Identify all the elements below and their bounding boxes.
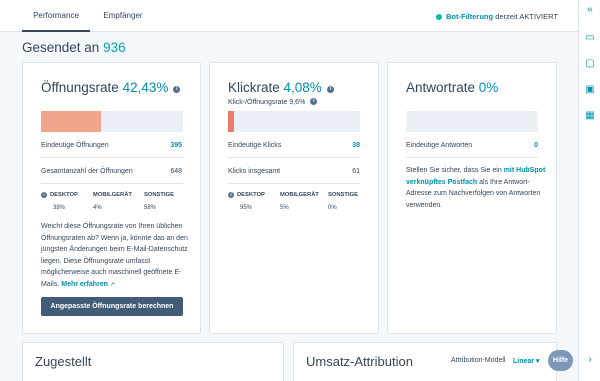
info-icon[interactable]: i <box>326 86 334 93</box>
click-to-open-text: Klick-/Öffnungsrate 9,6% <box>228 99 306 106</box>
device-mobile-label: MOBILGERÄT <box>93 192 132 198</box>
attribution-model-label: Attribution-Modell <box>451 357 506 364</box>
document-icon[interactable]: ▢ <box>584 58 596 70</box>
click-rate-percent: 4,08% <box>283 80 322 95</box>
device-desktop-label: i DESKTOP <box>228 192 265 198</box>
device-desktop-value: 38% <box>53 205 66 211</box>
click-to-open-rate: Klick-/Öffnungsrate 9,6% i <box>228 98 318 106</box>
revenue-attribution-card: Umsatz-Attribution Attribution-Modell Li… <box>293 342 557 381</box>
open-rate-bar-fill <box>41 111 102 132</box>
contacts-icon[interactable]: ▣ <box>584 84 596 96</box>
device-other-label: SONSTIGE <box>144 192 174 198</box>
device-mobile-value: 4% <box>93 205 102 211</box>
external-link-icon: ↗ <box>109 281 115 288</box>
attribution-model-dropdown[interactable]: Linear ▾ <box>513 357 539 365</box>
help-button[interactable]: Hilfe <box>548 350 573 371</box>
status-dot-icon <box>436 13 443 20</box>
open-rate-percent: 42,43% <box>122 80 169 95</box>
device-desktop-text: DESKTOP <box>50 192 78 198</box>
device-other-label: SONSTIGE <box>328 192 358 198</box>
delivered-card: Zugestellt <box>22 342 284 381</box>
attribution-model-value: Linear <box>513 358 535 365</box>
chat-icon[interactable]: ▭ <box>584 32 596 44</box>
info-icon[interactable]: i <box>310 98 318 105</box>
total-clicks-value: 61 <box>352 168 360 175</box>
divider <box>228 157 360 158</box>
info-icon[interactable]: i <box>173 86 181 93</box>
open-rate-card: Öffnungsrate 42,43% i Eindeutige Öffnunge… <box>22 62 201 334</box>
device-mobile-label: MOBILGERÄT <box>280 192 319 198</box>
device-desktop-label: i DESKTOP <box>41 192 78 198</box>
bot-filter-status: Bot-Filterung derzeit AKTIVIERT <box>436 12 558 21</box>
device-other-value: 58% <box>144 205 157 211</box>
reply-rate-bar <box>406 111 538 132</box>
sent-count: 936 <box>103 40 126 55</box>
open-rate-notice-text: Weicht diese Öffnungsrate von Ihren übli… <box>41 223 188 288</box>
unique-clicks-label: Eindeutige Klicks <box>228 142 282 149</box>
divider <box>228 183 360 184</box>
sent-to-heading: Gesendet an 936 <box>22 40 126 55</box>
device-desktop-value: 95% <box>240 205 253 211</box>
unique-opens-value[interactable]: 395 <box>170 142 182 149</box>
open-rate-title: Öffnungsrate 42,43% i <box>41 80 181 95</box>
reply-rate-percent: 0% <box>478 80 499 95</box>
collapse-double-chevron-icon[interactable]: « <box>584 4 596 16</box>
revenue-attribution-title: Umsatz-Attribution <box>306 354 413 369</box>
calculate-adjusted-open-rate-button[interactable]: Angepasste Öffnungsrate berechnen <box>41 297 183 316</box>
divider <box>41 157 183 158</box>
bot-filter-state: derzeit AKTIVIERT <box>495 12 558 21</box>
expand-chevron-icon[interactable]: › <box>584 354 596 366</box>
click-rate-title: Klickrate 4,08% i <box>228 80 334 95</box>
learn-more-link[interactable]: Mehr erfahren <box>61 281 108 288</box>
info-icon[interactable]: i <box>41 192 47 198</box>
total-opens-label: Gesamtanzahl der Öffnungen <box>41 168 133 175</box>
divider <box>41 183 183 184</box>
delivered-title: Zugestellt <box>35 354 92 369</box>
reply-rate-notice: Stellen Sie sicher, dass Sie ein mit Hub… <box>406 165 546 211</box>
open-rate-notice: Weicht diese Öffnungsrate von Ihren übli… <box>41 221 189 291</box>
tab-recipients[interactable]: Empfänger <box>94 0 152 32</box>
top-tab-bar: Performance Empfänger Bot-Filterung derz… <box>0 0 578 32</box>
open-rate-label: Öffnungsrate <box>41 80 119 95</box>
click-rate-label: Klickrate <box>228 80 280 95</box>
total-clicks-label: Klicks insgesamt <box>228 168 281 175</box>
device-desktop-text: DESKTOP <box>237 192 265 198</box>
info-icon[interactable]: i <box>228 192 234 198</box>
total-opens-value: 648 <box>170 168 182 175</box>
right-side-rail: « ▭ ▢ ▣ ▦ › <box>578 0 600 381</box>
open-rate-bar <box>41 111 183 132</box>
caret-down-icon: ▾ <box>535 358 540 365</box>
reply-notice-text: Stellen Sie sicher, dass Sie ein <box>406 167 502 174</box>
reply-rate-title: Antwortrate 0% <box>406 80 498 95</box>
tab-performance[interactable]: Performance <box>22 0 90 32</box>
bot-filter-link[interactable]: Bot-Filterung <box>446 12 493 21</box>
sent-label: Gesendet an <box>22 40 100 55</box>
click-rate-bar-fill <box>228 111 234 132</box>
unique-replies-label: Eindeutige Antworten <box>406 142 473 149</box>
unique-clicks-value[interactable]: 38 <box>352 142 360 149</box>
calendar-icon[interactable]: ▦ <box>584 110 596 122</box>
device-other-value: 0% <box>328 205 337 211</box>
reply-rate-label: Antwortrate <box>406 80 476 95</box>
unique-replies-value[interactable]: 0 <box>534 142 538 149</box>
click-rate-card: Klickrate 4,08% i Klick-/Öffnungsrate 9,6… <box>209 62 379 334</box>
divider <box>406 157 538 158</box>
reply-rate-card: Antwortrate 0% Eindeutige Antworten 0 St… <box>387 62 557 334</box>
unique-opens-label: Eindeutige Öffnungen <box>41 142 109 149</box>
device-mobile-value: 5% <box>280 205 289 211</box>
click-rate-bar <box>228 111 360 132</box>
